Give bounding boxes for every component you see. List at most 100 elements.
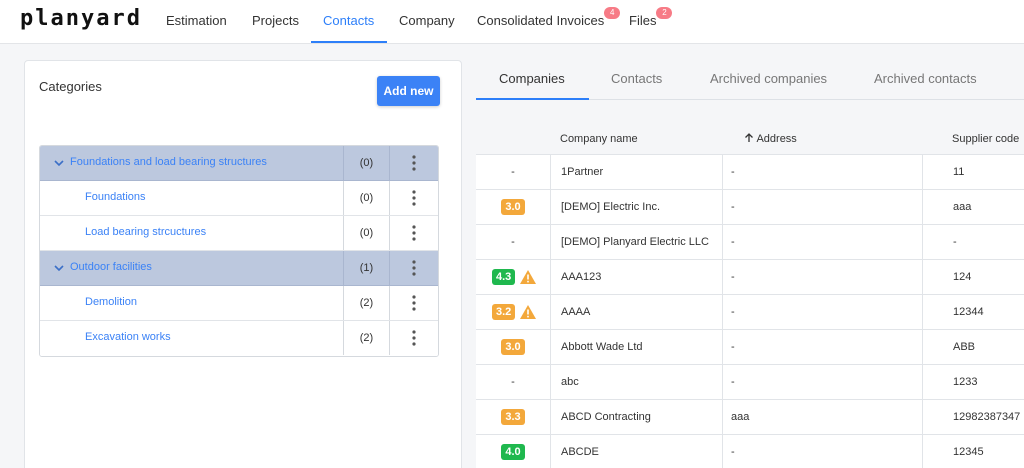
- chevron-down-icon[interactable]: [52, 261, 66, 275]
- category-row[interactable]: Demolition (2): [40, 286, 438, 321]
- categories-panel: Categories Add new Foundations and load …: [24, 60, 462, 468]
- category-label[interactable]: Load bearing strcuctures: [85, 226, 206, 238]
- more-vertical-icon[interactable]: [406, 189, 422, 207]
- rating-cell: 3.2: [476, 295, 550, 329]
- rating-cell: -: [476, 225, 550, 259]
- top-navigation: planyard Estimation Projects Contacts Co…: [0, 0, 1024, 44]
- category-count: (0): [343, 216, 390, 250]
- company-name-cell[interactable]: Abbott Wade Ltd: [550, 330, 722, 364]
- table-row[interactable]: 3.2 AAAA - 12344: [476, 295, 1024, 330]
- table-row[interactable]: 3.0 [DEMO] Electric Inc. - aaa: [476, 190, 1024, 225]
- category-label[interactable]: Excavation works: [85, 331, 171, 343]
- category-label[interactable]: Foundations: [85, 191, 146, 203]
- address-cell: -: [722, 190, 922, 224]
- address-cell: -: [722, 435, 922, 468]
- nav-files[interactable]: Files2: [629, 7, 673, 28]
- table-row[interactable]: - abc - 1233: [476, 365, 1024, 400]
- category-group-row[interactable]: Foundations and load bearing structures …: [40, 146, 438, 181]
- table-row[interactable]: - 1Partner - 11: [476, 155, 1024, 190]
- more-vertical-icon[interactable]: [406, 294, 422, 312]
- more-vertical-icon[interactable]: [406, 224, 422, 242]
- company-name-cell[interactable]: ABCD Contracting: [550, 400, 722, 434]
- category-row[interactable]: Excavation works (2): [40, 321, 438, 356]
- column-company-name[interactable]: Company name: [560, 133, 638, 145]
- rating-cell: -: [476, 365, 550, 399]
- supplier-code-cell: 1233: [922, 365, 1024, 399]
- rating-badge: 4.3: [492, 269, 516, 286]
- tab-contacts[interactable]: Contacts: [611, 71, 662, 86]
- address-cell: aaa: [722, 400, 922, 434]
- more-vertical-icon[interactable]: [406, 329, 422, 347]
- more-vertical-icon[interactable]: [406, 259, 422, 277]
- nav-consolidated-invoices[interactable]: Consolidated Invoices4: [477, 7, 621, 28]
- rating-cell: 3.3: [476, 400, 550, 434]
- nav-contacts[interactable]: Contacts: [323, 13, 374, 28]
- tab-active-indicator: [476, 98, 589, 100]
- tab-archived-companies[interactable]: Archived companies: [710, 71, 827, 86]
- planyard-logo[interactable]: planyard: [20, 6, 142, 31]
- tab-companies[interactable]: Companies: [499, 71, 565, 86]
- table-row[interactable]: 3.3 ABCD Contracting aaa 12982387347: [476, 400, 1024, 435]
- invoices-count-badge: 4: [604, 7, 621, 19]
- rating-badge: 3.0: [501, 339, 525, 356]
- rating-badge: 4.0: [501, 444, 525, 461]
- supplier-code-cell: 12345: [922, 435, 1024, 468]
- company-name-cell[interactable]: [DEMO] Electric Inc.: [550, 190, 722, 224]
- column-address-label: Address: [756, 133, 797, 145]
- table-row[interactable]: 3.0 Abbott Wade Ltd - ABB: [476, 330, 1024, 365]
- category-row[interactable]: Foundations (0): [40, 181, 438, 216]
- category-row[interactable]: Load bearing strcuctures (0): [40, 216, 438, 251]
- categories-tree: Foundations and load bearing structures …: [39, 145, 439, 357]
- company-name-cell[interactable]: AAA123: [550, 260, 722, 294]
- column-address[interactable]: Address: [744, 133, 797, 145]
- tab-archived-contacts[interactable]: Archived contacts: [874, 71, 977, 86]
- company-name-cell[interactable]: [DEMO] Planyard Electric LLC: [550, 225, 722, 259]
- categories-title: Categories: [39, 79, 102, 94]
- category-count: (1): [343, 251, 390, 285]
- table-row[interactable]: 4.3 AAA123 - 124: [476, 260, 1024, 295]
- address-cell: -: [722, 225, 922, 259]
- rating-badge: 3.2: [492, 304, 516, 321]
- nav-files-label: Files: [629, 13, 657, 28]
- chevron-down-icon[interactable]: [52, 156, 66, 170]
- category-count: (0): [343, 146, 390, 180]
- supplier-code-cell: ABB: [922, 330, 1024, 364]
- rating-cell: 4.3: [476, 260, 550, 294]
- warning-icon: [520, 270, 537, 285]
- category-label[interactable]: Demolition: [85, 296, 137, 308]
- rating-cell: 3.0: [476, 330, 550, 364]
- files-count-badge: 2: [656, 7, 673, 19]
- rating-value: -: [511, 376, 515, 388]
- nav-projects[interactable]: Projects: [252, 13, 299, 28]
- companies-table: - 1Partner - 11 3.0 [DEMO] Electric Inc.…: [476, 154, 1024, 468]
- supplier-code-cell: 12982387347: [922, 400, 1024, 434]
- arrow-up-icon: [745, 133, 753, 142]
- company-name-cell[interactable]: abc: [550, 365, 722, 399]
- nav-estimation[interactable]: Estimation: [166, 13, 227, 28]
- more-vertical-icon[interactable]: [406, 154, 422, 172]
- category-count: (0): [343, 181, 390, 215]
- rating-badge: 3.3: [501, 409, 525, 426]
- category-label[interactable]: Foundations and load bearing structures: [70, 156, 267, 168]
- category-group-row[interactable]: Outdoor facilities (1): [40, 251, 438, 286]
- supplier-code-cell: 124: [922, 260, 1024, 294]
- companies-table-header: Company name Address Supplier code: [476, 130, 1024, 152]
- table-row[interactable]: - [DEMO] Planyard Electric LLC - -: [476, 225, 1024, 260]
- supplier-code-cell: aaa: [922, 190, 1024, 224]
- company-name-cell[interactable]: AAAA: [550, 295, 722, 329]
- nav-company[interactable]: Company: [399, 13, 455, 28]
- table-row[interactable]: 4.0 ABCDE - 12345: [476, 435, 1024, 468]
- address-cell: -: [722, 365, 922, 399]
- column-supplier-code[interactable]: Supplier code: [952, 133, 1019, 145]
- supplier-code-cell: 11: [922, 155, 1024, 189]
- supplier-code-cell: 12344: [922, 295, 1024, 329]
- category-count: (2): [343, 321, 390, 355]
- company-name-cell[interactable]: 1Partner: [550, 155, 722, 189]
- company-name-cell[interactable]: ABCDE: [550, 435, 722, 468]
- nav-active-indicator: [311, 41, 387, 43]
- warning-icon: [520, 305, 537, 320]
- rating-value: -: [511, 166, 515, 178]
- rating-cell: 3.0: [476, 190, 550, 224]
- add-new-button[interactable]: Add new: [377, 76, 440, 106]
- category-label[interactable]: Outdoor facilities: [70, 261, 152, 273]
